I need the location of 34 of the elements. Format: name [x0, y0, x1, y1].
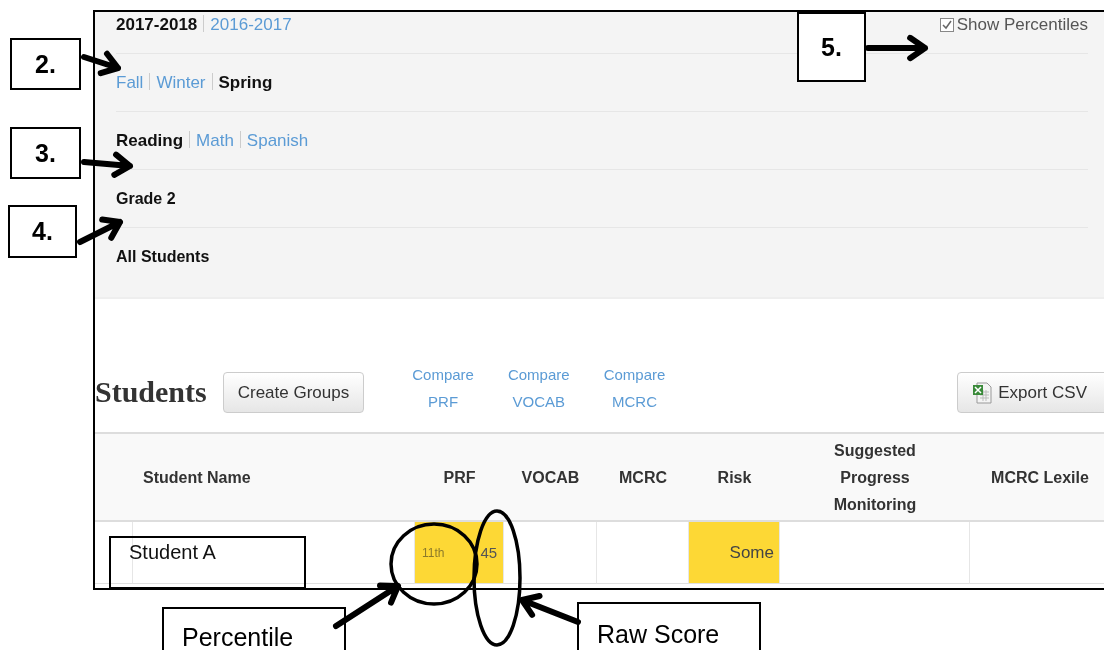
- create-groups-button[interactable]: Create Groups: [222, 372, 365, 413]
- filter-tab[interactable]: Math: [196, 131, 234, 151]
- callout-label: Percentile: [162, 607, 346, 650]
- risk-value: Some: [729, 542, 775, 563]
- column-header: VOCAB: [504, 432, 597, 522]
- section-heading: Students: [95, 375, 207, 409]
- percentile-value: 11th: [422, 545, 445, 560]
- filter-tab[interactable]: 2017-2018: [116, 15, 198, 35]
- callout-number: 3.: [10, 127, 81, 179]
- filter-tab[interactable]: Winter: [156, 73, 206, 93]
- filter-tab[interactable]: 2016-2017: [210, 15, 292, 35]
- compare-link[interactable]: Compare MCRC: [603, 361, 666, 415]
- column-header: MCRC Lexile: [970, 432, 1104, 522]
- column-header: PRF: [415, 432, 504, 522]
- filter-tab[interactable]: Fall: [116, 73, 144, 93]
- filter-tab[interactable]: Reading: [116, 131, 184, 151]
- filter-tab[interactable]: Spanish: [246, 131, 309, 151]
- checkbox-label[interactable]: Show Percentiles: [956, 15, 1088, 35]
- export-button[interactable]: Export CSV: [957, 372, 1104, 413]
- raw-score: 45: [480, 544, 498, 561]
- compare-link[interactable]: Compare PRF: [412, 361, 474, 415]
- column-header: Risk: [689, 432, 780, 522]
- filter-tab[interactable]: Spring: [218, 73, 273, 93]
- column-header: Suggested Progress Monitoring: [780, 432, 970, 522]
- column-header: MCRC: [597, 432, 689, 522]
- callout-number: 2.: [10, 38, 81, 90]
- student-name: Student A: [129, 541, 216, 564]
- grade-label: Grade 2: [116, 189, 176, 209]
- compare-link[interactable]: Compare VOCAB: [507, 361, 570, 415]
- callout-label: Raw Score: [577, 602, 761, 650]
- group-label: All Students: [116, 247, 210, 267]
- callout-number: 5.: [797, 12, 866, 82]
- column-header: Student Name: [133, 432, 415, 522]
- callout-number: 4.: [8, 205, 77, 258]
